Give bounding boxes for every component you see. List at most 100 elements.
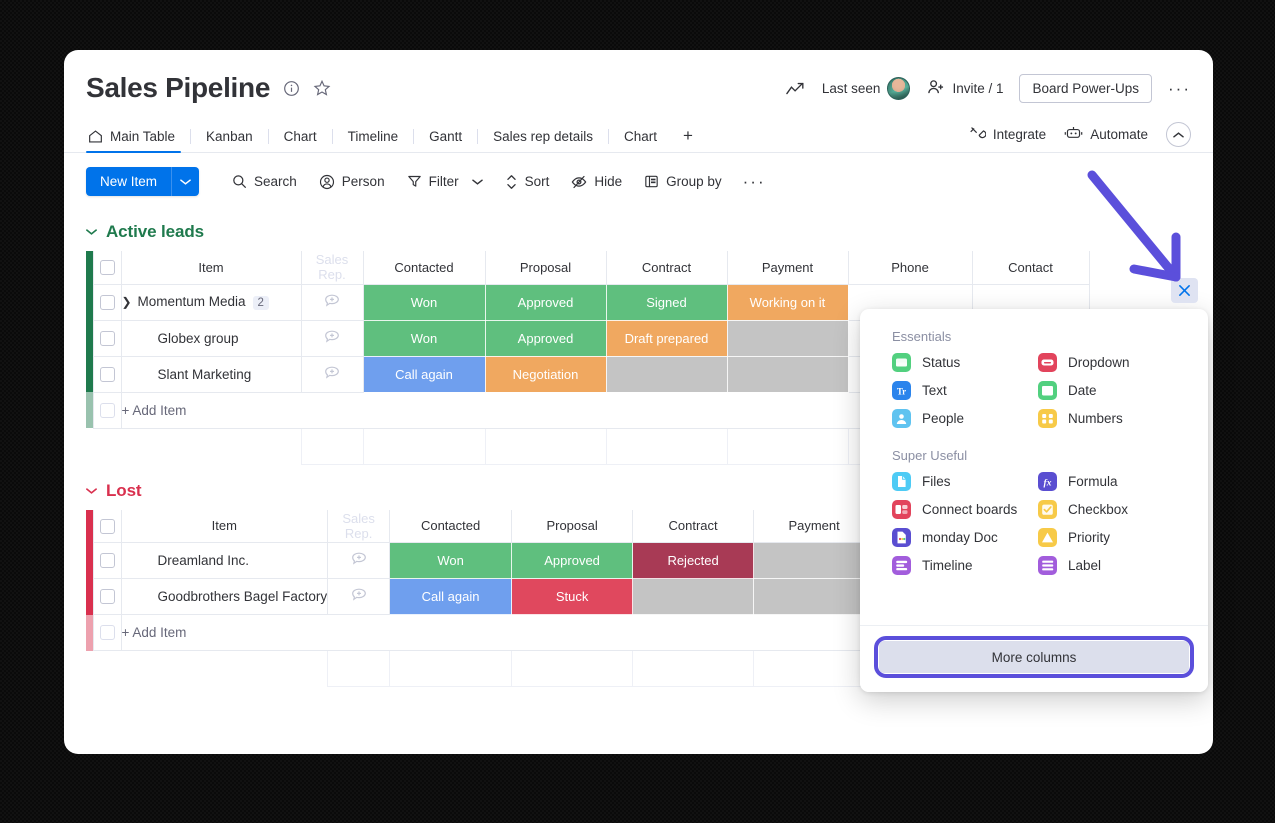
status-cell[interactable]: Draft prepared [605, 319, 728, 357]
status-cell[interactable]: Won [362, 283, 486, 321]
column-type-people[interactable]: People [892, 409, 1038, 428]
add-person-icon[interactable] [350, 552, 368, 571]
tab-main-table[interactable]: Main Table [86, 120, 189, 153]
chevron-down-icon[interactable] [86, 487, 97, 495]
column-type-text[interactable]: Tr Text [892, 381, 1038, 400]
group-title[interactable]: Active leads [106, 222, 204, 242]
status-cell-blank[interactable] [605, 355, 728, 393]
tab-timeline[interactable]: Timeline [334, 120, 413, 152]
board-power-ups-button[interactable]: Board Power-Ups [1019, 74, 1153, 103]
column-header-payment[interactable]: Payment [753, 509, 876, 543]
status-cell[interactable]: Rejected [632, 542, 755, 579]
status-cell[interactable]: Signed [605, 283, 728, 321]
column-header-proposal[interactable]: Proposal [484, 251, 607, 285]
status-cell[interactable]: Approved [484, 283, 607, 321]
header-more-menu-button[interactable]: ··· [1168, 79, 1191, 99]
automate-button[interactable]: Automate [1064, 125, 1148, 144]
row-checkbox[interactable] [99, 589, 115, 605]
status-cell-blank[interactable] [726, 355, 849, 393]
column-type-priority[interactable]: Priority [1038, 528, 1184, 547]
invite-button[interactable]: Invite / 1 [926, 79, 1003, 99]
row-checkbox[interactable] [99, 625, 115, 641]
toolbar-hide-button[interactable]: Hide [560, 168, 633, 196]
item-name-cell[interactable]: Goodbrothers Bagel Factory [120, 578, 329, 615]
column-header-item[interactable]: Item [120, 509, 329, 543]
new-item-split-button[interactable]: New Item [86, 167, 200, 196]
column-header-contact[interactable]: Contact [971, 251, 1090, 285]
column-header-item[interactable]: Item [120, 251, 302, 285]
column-type-files[interactable]: Files [892, 472, 1038, 491]
column-type-date[interactable]: Date [1038, 381, 1184, 400]
row-checkbox[interactable] [99, 330, 115, 346]
select-all-checkbox[interactable] [99, 518, 115, 534]
activity-graph-icon[interactable] [786, 81, 806, 97]
sales-rep-cell[interactable] [300, 319, 364, 357]
chevron-down-icon[interactable] [471, 178, 483, 186]
tab-chart[interactable]: Chart [270, 120, 331, 152]
add-person-icon[interactable] [323, 366, 341, 385]
column-type-checkbox[interactable]: Checkbox [1038, 500, 1184, 519]
column-header-sales-rep-[interactable]: Sales Rep. [300, 251, 364, 285]
add-person-icon[interactable] [323, 294, 341, 313]
column-header-sales-rep-[interactable]: Sales Rep. [327, 509, 391, 543]
column-header-proposal[interactable]: Proposal [511, 509, 634, 543]
last-seen[interactable]: Last seen [822, 77, 911, 100]
sales-rep-cell[interactable] [300, 283, 364, 321]
toolbar-search-button[interactable]: Search [221, 168, 308, 195]
item-name-cell[interactable]: Globex group [120, 319, 302, 357]
status-cell[interactable]: Negotiation [484, 355, 607, 393]
tab-gantt[interactable]: Gantt [415, 120, 476, 152]
column-type-numbers[interactable]: Numbers [1038, 409, 1184, 428]
item-name-cell[interactable]: Slant Marketing [120, 355, 302, 393]
new-item-button[interactable]: New Item [86, 167, 172, 196]
toolbar-group-by-button[interactable]: Group by [633, 168, 733, 195]
column-header-contract[interactable]: Contract [632, 509, 755, 543]
status-cell-blank[interactable] [753, 542, 876, 579]
select-all-checkbox[interactable] [99, 260, 115, 276]
add-person-icon[interactable] [323, 330, 341, 349]
status-cell-blank[interactable] [632, 578, 755, 615]
toolbar-sort-button[interactable]: Sort [494, 168, 561, 196]
status-cell[interactable]: Call again [389, 578, 513, 615]
column-type-formula[interactable]: fx Formula [1038, 472, 1184, 491]
tab-chart[interactable]: Chart [610, 120, 671, 152]
status-cell[interactable]: Working on it [726, 283, 849, 321]
column-header-contacted[interactable]: Contacted [362, 251, 486, 285]
status-cell[interactable]: Won [362, 319, 486, 357]
column-header-contract[interactable]: Contract [605, 251, 728, 285]
item-name-cell[interactable]: Dreamland Inc. [120, 542, 329, 579]
new-item-dropdown-caret-icon[interactable] [171, 167, 200, 196]
add-view-button[interactable]: + [671, 126, 705, 146]
status-cell[interactable]: Approved [511, 542, 634, 579]
tab-kanban[interactable]: Kanban [192, 120, 267, 152]
column-header-contacted[interactable]: Contacted [389, 509, 513, 543]
add-person-icon[interactable] [350, 588, 368, 607]
toolbar-more-button[interactable]: ··· [743, 172, 766, 192]
toolbar-filter-button[interactable]: Filter [396, 168, 494, 195]
column-type-monday-doc[interactable]: monday Doc [892, 528, 1038, 547]
column-type-dropdown[interactable]: Dropdown [1038, 353, 1184, 372]
column-header-phone[interactable]: Phone [847, 251, 973, 285]
group-title[interactable]: Lost [106, 481, 142, 501]
expand-subitems-icon[interactable]: ❯ [122, 295, 138, 309]
column-type-timeline[interactable]: Timeline [892, 556, 1038, 575]
avatar[interactable] [887, 77, 911, 100]
column-type-status[interactable]: Status [892, 353, 1038, 372]
row-checkbox[interactable] [99, 553, 115, 569]
status-cell[interactable]: Won [389, 542, 513, 579]
info-circle-icon[interactable] [283, 80, 300, 97]
more-columns-button[interactable]: More columns [879, 641, 1189, 673]
status-cell-blank[interactable] [726, 319, 849, 357]
status-cell[interactable]: Approved [484, 319, 607, 357]
row-checkbox[interactable] [99, 402, 115, 418]
column-header-payment[interactable]: Payment [726, 251, 849, 285]
row-checkbox[interactable] [99, 294, 115, 310]
tab-sales-rep-details[interactable]: Sales rep details [479, 120, 607, 152]
item-name-cell[interactable]: ❯ Momentum Media 2 [120, 283, 302, 321]
row-checkbox[interactable] [99, 366, 115, 382]
sales-rep-cell[interactable] [300, 355, 364, 393]
integrate-button[interactable]: Integrate [969, 125, 1046, 145]
collapse-header-button[interactable] [1166, 122, 1191, 147]
close-column-picker-x-button[interactable] [1171, 278, 1198, 303]
status-cell[interactable]: Call again [362, 355, 486, 393]
